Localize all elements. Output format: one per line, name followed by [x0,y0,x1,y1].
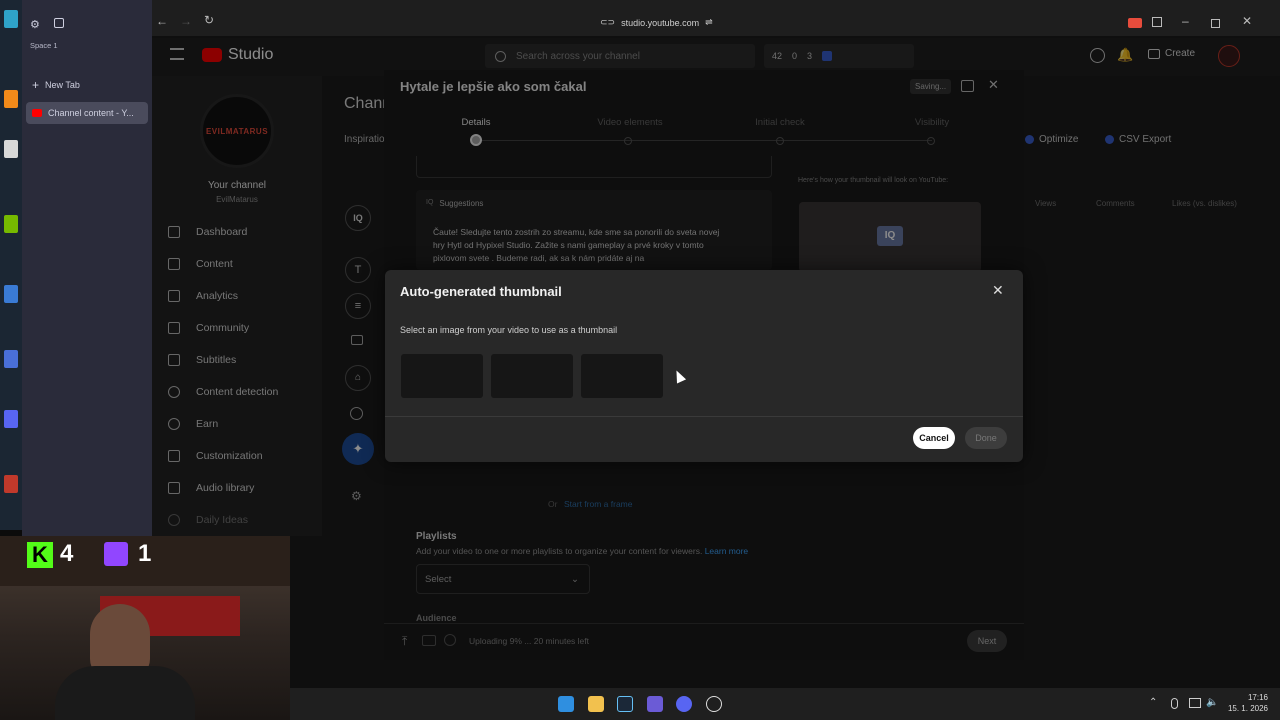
sidebar-toggle-icon[interactable]: ⚙ [30,18,40,31]
panel-icon[interactable] [1152,17,1162,27]
date-text: 15. 1. 2026 [1227,704,1268,713]
desktop-strip [0,0,22,530]
browser-icon[interactable] [647,696,663,712]
nvidia-icon[interactable] [4,215,18,233]
close-icon[interactable]: ✕ [992,282,1004,299]
new-tab-label: New Tab [45,80,80,90]
thumbnail-option[interactable] [401,354,483,398]
thumbnail-option[interactable] [491,354,573,398]
time-text: 17:16 [1247,693,1268,702]
adblock-icon[interactable] [1128,18,1142,28]
discord-icon[interactable] [676,696,692,712]
twitch-icon [104,542,128,566]
close-window-icon[interactable]: ✕ [1242,14,1252,28]
desktop-app-icon[interactable] [4,350,18,368]
discord-icon[interactable] [4,410,18,428]
url-text: studio.youtube.com [621,17,700,28]
streamer-shirt [55,666,195,720]
youtube-favicon-icon [32,109,42,117]
kick-icon: K [27,542,53,568]
maximize-icon[interactable] [1211,19,1220,28]
desktop-app-icon[interactable] [4,285,18,303]
tab-label: Channel content - Y... [48,108,134,118]
mouse-cursor-icon [671,368,687,384]
space-label[interactable]: Space 1 [30,41,58,50]
auto-thumbnail-dialog: Auto-generated thumbnail ✕ Select an ima… [385,270,1023,462]
address-bar[interactable]: ⊂⊃ studio.youtube.com ⇌ [600,17,713,28]
done-button[interactable]: Done [965,427,1007,449]
kick-count: 4 [60,540,74,567]
reload-icon[interactable]: ↻ [204,13,214,27]
vlc-icon[interactable] [4,90,18,108]
split-view-icon[interactable] [54,18,64,28]
chevron-up-icon[interactable]: ⌃ [1149,697,1157,708]
desktop-app-icon[interactable] [4,10,18,28]
steam-icon[interactable] [617,696,633,712]
tab-channel-content[interactable]: Channel content - Y... [26,102,148,124]
desktop-app-icon[interactable] [4,475,18,493]
app-icon[interactable] [706,696,722,712]
recycle-bin-icon[interactable] [4,140,18,158]
dialog-subtitle: Select an image from your video to use a… [400,325,618,335]
windows-taskbar [290,688,1280,720]
dialog-divider [385,416,1023,417]
file-explorer-icon[interactable] [588,696,604,712]
windows-start-icon[interactable] [558,696,574,712]
forward-icon[interactable]: → [180,14,192,28]
minimize-icon[interactable]: – [1182,14,1189,28]
clock[interactable]: 17:16 15. 1. 2026 [1226,692,1268,714]
network-icon[interactable] [1189,698,1201,708]
microphone-icon[interactable] [1171,698,1178,709]
dialog-title: Auto-generated thumbnail [400,284,562,299]
cancel-button[interactable]: Cancel [913,427,955,449]
browser-toolbar: ← → ↻ – ✕ [152,0,1280,40]
webcam-overlay: K 4 1 [0,536,290,720]
twitch-count: 1 [138,540,152,567]
plus-icon: + [32,78,40,92]
back-icon[interactable]: ← [156,14,168,28]
thumbnail-option[interactable] [581,354,663,398]
link-icon: ⊂⊃ [600,17,616,27]
new-tab-button[interactable]: + New Tab [32,78,80,92]
volume-icon[interactable]: 🔈 [1206,697,1218,708]
settings-sliders-icon[interactable]: ⇌ [705,17,713,28]
